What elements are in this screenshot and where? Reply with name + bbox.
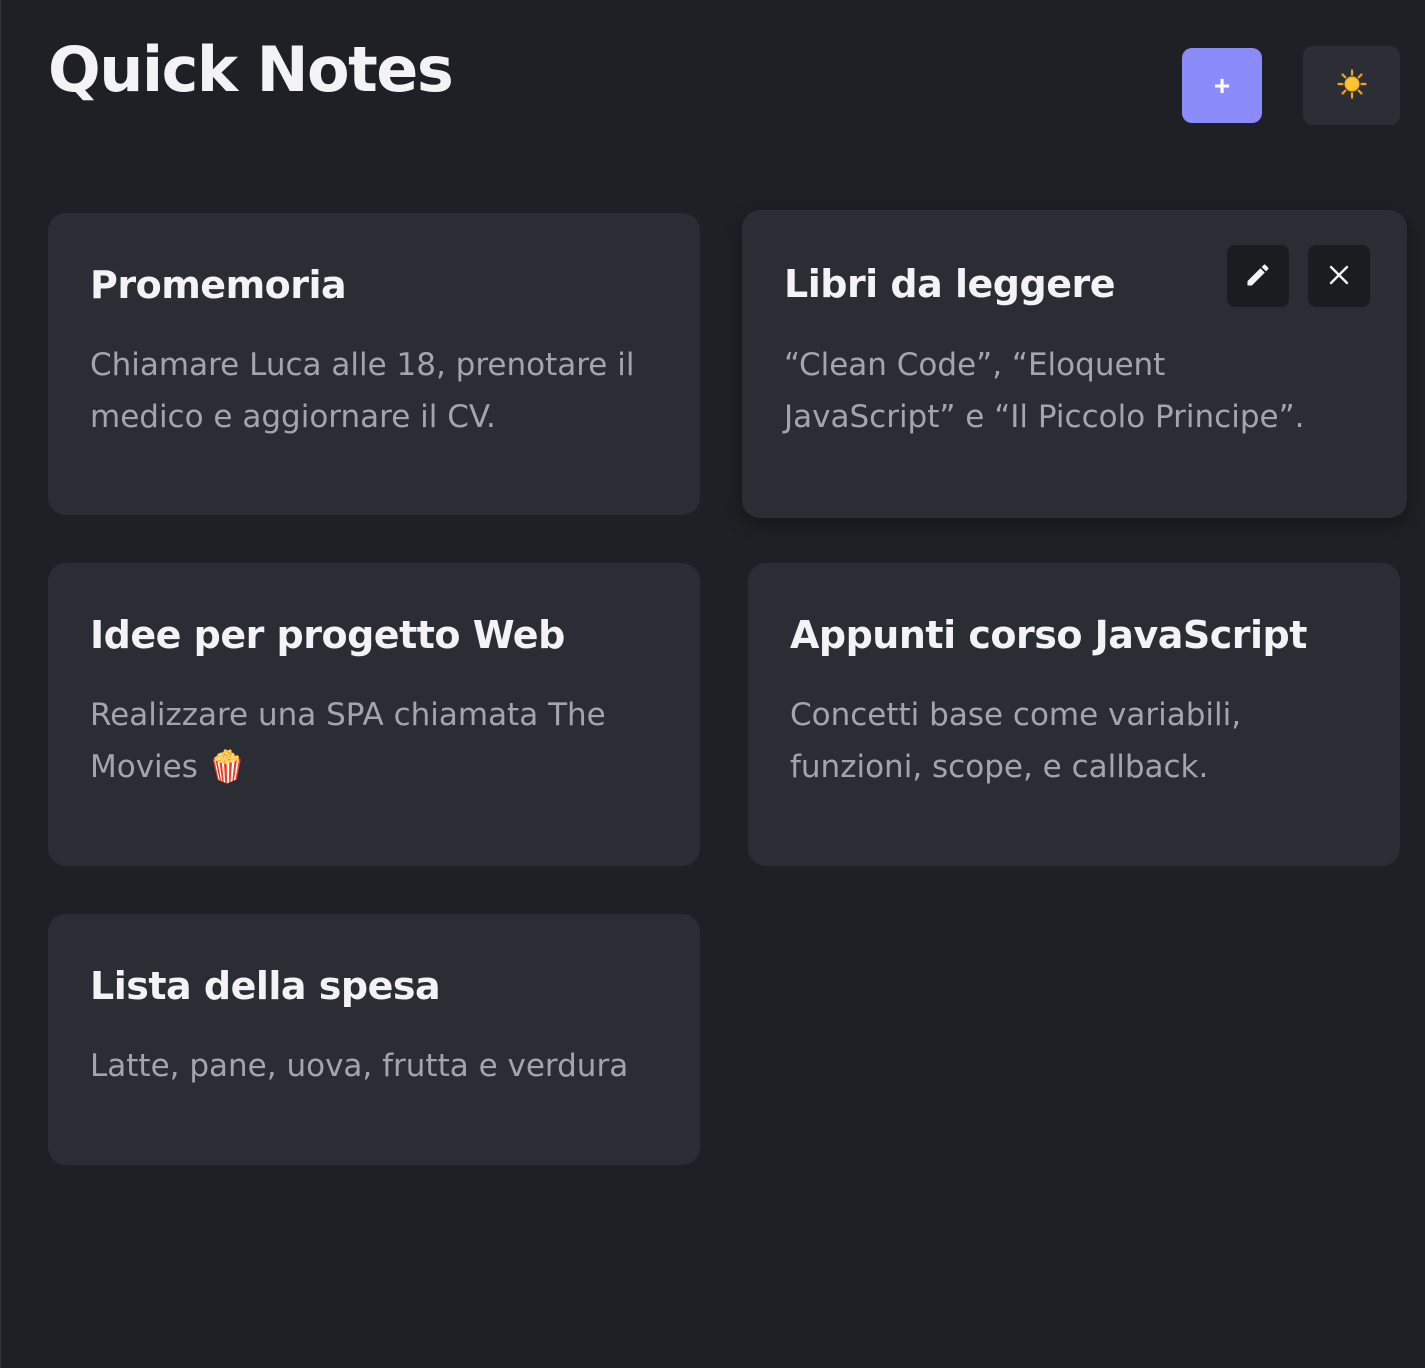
note-title: Appunti corso JavaScript (790, 613, 1307, 657)
note-card[interactable]: Libri da leggere “Clean Code”, “Eloquent… (742, 210, 1407, 518)
add-note-button[interactable]: + (1182, 48, 1262, 123)
note-title: Promemoria (90, 263, 347, 307)
app-root: Quick Notes + Promemoria Chiamare Luca a… (0, 0, 1425, 1368)
note-card[interactable]: Appunti corso JavaScript Concetti base c… (748, 563, 1400, 866)
note-title: Lista della spesa (90, 964, 441, 1008)
note-body: Concetti base come variabili, funzioni, … (790, 697, 1242, 785)
note-body: “Clean Code”, “Eloquent JavaScript” e “I… (784, 347, 1305, 435)
note-title: Libri da leggere (784, 262, 1116, 306)
note-body: Latte, pane, uova, frutta e verdura (90, 1048, 629, 1084)
note-title: Idee per progetto Web (90, 613, 565, 657)
close-icon (1327, 263, 1351, 290)
note-card[interactable]: Idee per progetto Web Realizzare una SPA… (48, 563, 700, 866)
sun-icon (1336, 69, 1367, 102)
note-body: Realizzare una SPA chiamata The Movies 🍿 (90, 697, 606, 785)
note-body: Chiamare Luca alle 18, prenotare il medi… (90, 347, 635, 435)
page-title: Quick Notes (48, 33, 454, 106)
pencil-icon (1244, 261, 1272, 292)
note-card[interactable]: Lista della spesa Latte, pane, uova, fru… (48, 914, 700, 1165)
note-card[interactable]: Promemoria Chiamare Luca alle 18, prenot… (48, 213, 700, 515)
edit-note-button[interactable] (1227, 245, 1289, 307)
delete-note-button[interactable] (1308, 245, 1370, 307)
theme-toggle-button[interactable] (1303, 46, 1400, 125)
